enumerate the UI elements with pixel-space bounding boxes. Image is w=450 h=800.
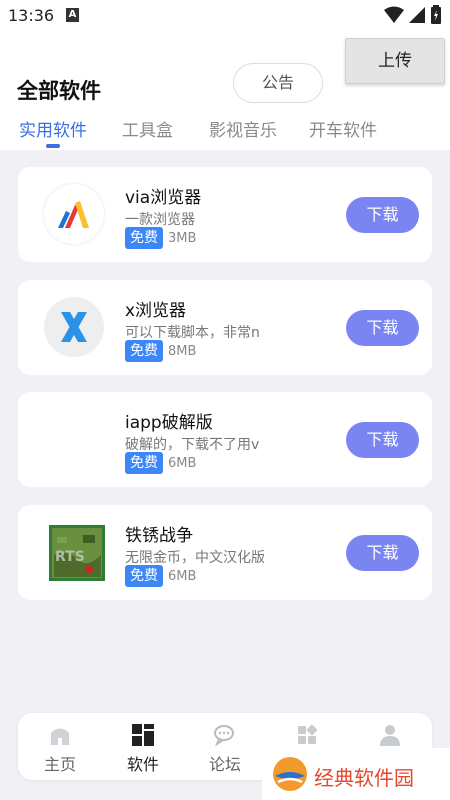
- app-description: 无限金币，中文汉化版: [125, 550, 265, 566]
- signal-icon: [409, 7, 425, 23]
- download-button[interactable]: 下载: [346, 535, 419, 571]
- app-name: x浏览器: [125, 301, 187, 321]
- page-title: 全部软件: [17, 79, 101, 103]
- app-card[interactable]: iapp破解版 破解的，下载不了用v 免费 6MB 下载: [18, 392, 432, 487]
- active-tab-indicator: [46, 144, 60, 148]
- app-description: 破解的，下载不了用v: [125, 437, 260, 453]
- app-size: 6MB: [168, 456, 197, 471]
- free-badge: 免费: [125, 340, 163, 362]
- nav-label: 主页: [43, 755, 76, 774]
- battery-icon: [431, 5, 441, 24]
- download-button[interactable]: 下载: [346, 310, 419, 346]
- download-button[interactable]: 下载: [346, 197, 419, 233]
- via-logo-icon: [44, 184, 104, 244]
- download-button[interactable]: 下载: [346, 422, 419, 458]
- status-bar: 13:36 A: [0, 0, 450, 32]
- nav-item-software[interactable]: 软件: [108, 713, 178, 780]
- tab-toolbox[interactable]: 工具盒: [122, 116, 173, 141]
- nav-item-home[interactable]: 主页: [25, 713, 95, 780]
- tab-driving-software[interactable]: 开车软件: [309, 116, 377, 141]
- app-description: 一款浏览器: [125, 212, 195, 228]
- app-card[interactable]: RTS 铁锈战争 无限金币，中文汉化版 免费 6MB 下载: [18, 505, 432, 600]
- watermark-logo-icon: [273, 757, 307, 791]
- free-badge: 免费: [125, 227, 163, 249]
- app-card[interactable]: via浏览器 一款浏览器 免费 3MB 下载: [18, 167, 432, 262]
- app-name: via浏览器: [125, 188, 202, 208]
- watermark: 经典软件园: [262, 748, 450, 800]
- app-size: 6MB: [168, 569, 197, 584]
- nav-label: 软件: [126, 755, 159, 774]
- tab-video-music[interactable]: 影视音乐: [209, 116, 277, 141]
- app-description: 可以下载脚本，非常n: [125, 325, 260, 341]
- watermark-text: 经典软件园: [314, 766, 414, 790]
- free-badge: 免费: [125, 452, 163, 474]
- upload-button[interactable]: 上传: [345, 38, 445, 84]
- svg-text:RTS: RTS: [55, 549, 85, 565]
- apps-icon: [298, 724, 318, 744]
- x-browser-logo-icon: [44, 297, 104, 357]
- grid-icon: [132, 724, 154, 746]
- status-time: 13:36: [8, 6, 55, 25]
- app-size: 3MB: [168, 231, 197, 246]
- chat-icon: [214, 725, 234, 747]
- app-size: 8MB: [168, 344, 197, 359]
- notice-button[interactable]: 公告: [233, 63, 323, 103]
- app-name: iapp破解版: [125, 413, 213, 433]
- tab-utility-software[interactable]: 实用软件: [19, 116, 87, 141]
- notification-icon: A: [66, 8, 79, 22]
- app-name: 铁锈战争: [125, 526, 193, 546]
- user-icon: [380, 725, 400, 746]
- home-icon: [51, 728, 69, 745]
- app-card[interactable]: x浏览器 可以下载脚本，非常n 免费 8MB 下载: [18, 280, 432, 375]
- free-badge: 免费: [125, 565, 163, 587]
- rusted-warfare-icon: RTS: [49, 525, 105, 581]
- nav-item-forum[interactable]: 论坛: [190, 713, 260, 780]
- wifi-icon: [384, 6, 404, 23]
- nav-label: 论坛: [208, 755, 241, 774]
